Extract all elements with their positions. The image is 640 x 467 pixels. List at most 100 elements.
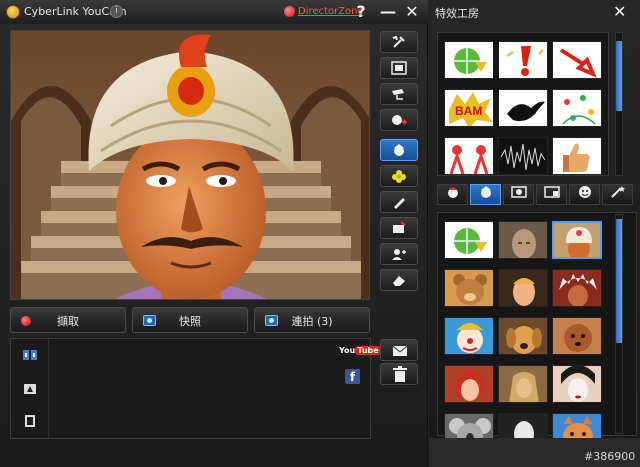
face-tile-turban-genie[interactable] [552, 221, 602, 259]
close-button[interactable]: ✕ [403, 2, 421, 22]
eraser-icon [393, 276, 405, 286]
teddy-bear-thumbnail [453, 274, 487, 305]
app-root: CyberLink YouCam i DirectorZone ? — ✕ 擷取… [0, 0, 640, 467]
tab-magic[interactable] [602, 184, 633, 205]
all-media-filter-icon[interactable] [22, 349, 38, 363]
pencil-icon [394, 198, 405, 209]
face-tile-sphinx[interactable] [498, 365, 548, 403]
photo-filter-icon[interactable] [22, 383, 38, 397]
record-button[interactable]: 擷取 [10, 307, 126, 333]
flowers-icon [562, 95, 596, 125]
clown-thumbnail [457, 323, 483, 353]
record-button-label: 擷取 [57, 315, 79, 328]
main-window: CyberLink YouCam i DirectorZone ? — ✕ 擷取… [0, 0, 428, 467]
emoticon-tab-icon [578, 186, 591, 198]
tab-frame[interactable] [503, 184, 534, 205]
drawing-button[interactable] [380, 191, 418, 213]
burst-button[interactable]: 連拍 (3) [254, 307, 370, 333]
tab-scene[interactable] [536, 184, 567, 205]
burst-button-label: 連拍 (3) [291, 315, 333, 328]
face-tile-redhead-girl[interactable] [444, 365, 494, 403]
effects-category-tabs [437, 184, 637, 206]
tab-avatar[interactable] [437, 184, 468, 205]
poodle-thumbnail [564, 324, 592, 352]
tab-face-accessory[interactable] [470, 184, 501, 205]
youtube-tube-text: Tube [355, 346, 381, 355]
effect-tile-arrow-red[interactable] [552, 41, 602, 79]
face-tile-golden-dog[interactable] [498, 317, 548, 355]
effect-tile-thumbs-up[interactable] [552, 137, 602, 175]
film-icon [25, 415, 35, 427]
native-chief-thumbnail [559, 274, 597, 306]
snapshot-button[interactable]: 快照 [132, 307, 248, 333]
face-tile-stone-statue[interactable] [498, 221, 548, 259]
magic-wand-icon [610, 186, 625, 198]
eraser-button[interactable] [380, 269, 418, 291]
face-add-icon [392, 115, 407, 125]
effect-tile-waveform[interactable] [498, 137, 548, 175]
cheering-figures-icon [449, 145, 489, 174]
sphinx-thumbnail [509, 372, 539, 402]
genie-face-preview [11, 31, 369, 299]
envelope-icon [392, 345, 408, 356]
minimize-button[interactable]: — [379, 2, 397, 22]
avatar-tab-icon [447, 187, 458, 198]
effect-tile-exclamation[interactable] [498, 41, 548, 79]
tab-emoticon[interactable] [569, 184, 600, 205]
email-button[interactable] [380, 339, 418, 361]
face-grid-scrollbar[interactable] [615, 214, 623, 434]
emotion-grid-scrollbar[interactable] [615, 32, 623, 176]
face-effects-grid [437, 212, 637, 451]
red-arrow-icon [559, 48, 597, 78]
directorzone-icon [284, 6, 295, 17]
effect-tile-bam[interactable]: BAM [444, 89, 494, 127]
effect-tile-cheering[interactable] [444, 137, 494, 175]
info-icon[interactable]: i [110, 5, 123, 18]
video-filter-icon[interactable] [22, 415, 38, 429]
snapshot-button-label: 快照 [179, 315, 201, 328]
face-tile-teddy-bear[interactable] [444, 269, 494, 307]
fullscreen-button[interactable] [380, 57, 418, 79]
face-tile-blond-face[interactable] [498, 269, 548, 307]
facebook-upload-button[interactable]: f [345, 369, 360, 384]
avatar-add-button[interactable] [380, 243, 418, 265]
download-globe-icon [454, 228, 487, 254]
emotion-effects-grid: BAM [437, 32, 609, 176]
face-tile-native-chief[interactable] [552, 269, 602, 307]
face-tile-download-globe[interactable] [444, 221, 494, 259]
surveillance-button[interactable] [380, 83, 418, 105]
golden-dog-thumbnail [506, 326, 542, 354]
face-accessory-icon [394, 144, 404, 156]
effect-tile-bird[interactable] [498, 89, 548, 127]
gadget-icon [393, 221, 406, 233]
youtube-you-text: You [339, 346, 356, 355]
face-accessory-button[interactable] [380, 139, 418, 161]
waveform-icon [500, 143, 546, 171]
face-tile-poodle[interactable] [552, 317, 602, 355]
face-accessory-tab-icon [480, 186, 491, 198]
blond-face-thumbnail [513, 278, 535, 306]
effects-panel-title: 特效工房 [435, 7, 479, 20]
youtube-upload-button[interactable]: You Tube [339, 345, 381, 357]
face-tile-clown[interactable] [444, 317, 494, 355]
emotion-grid-scroll-thumb[interactable] [616, 41, 622, 111]
settings-tools-button[interactable] [380, 31, 418, 53]
delete-button[interactable] [380, 363, 418, 385]
effect-tile-flowers[interactable] [552, 89, 602, 127]
effect-tile-download-globe[interactable] [444, 41, 494, 79]
bam-icon: BAM [449, 92, 493, 126]
fullscreen-icon [391, 61, 407, 75]
security-camera-icon [392, 89, 404, 100]
turban-genie-thumbnail [566, 227, 592, 257]
all-media-icon [23, 350, 37, 360]
particle-effect-button[interactable] [380, 165, 418, 187]
image-watermark: #386900 [584, 450, 636, 463]
trash-icon [393, 366, 407, 382]
effects-panel-close-button[interactable]: ✕ [613, 2, 626, 21]
help-button[interactable]: ? [352, 2, 370, 22]
photo-icon [24, 384, 36, 394]
add-effect-button[interactable] [380, 109, 418, 131]
face-grid-scroll-thumb[interactable] [616, 219, 622, 343]
face-tile-geisha[interactable] [552, 365, 602, 403]
gadget-button[interactable] [380, 217, 418, 239]
